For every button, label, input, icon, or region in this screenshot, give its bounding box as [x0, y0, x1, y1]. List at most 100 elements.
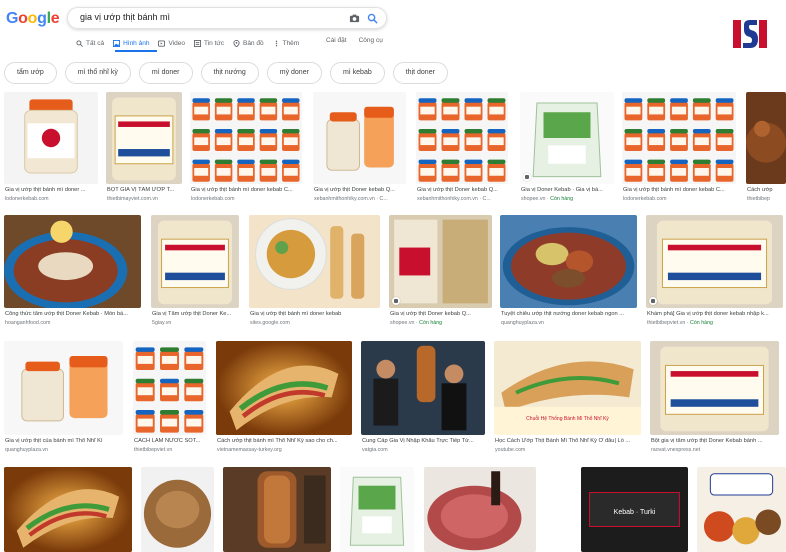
image-source[interactable]: youtube.com: [495, 447, 640, 453]
image-caption[interactable]: Gia vị ướp thịt bánh mì doner ...: [5, 187, 97, 193]
chip[interactable]: mì doner: [138, 62, 193, 84]
image-thumbnail[interactable]: [520, 92, 614, 184]
image-caption[interactable]: Cách ướp: [747, 187, 785, 193]
image-thumbnail[interactable]: [106, 92, 182, 184]
tab-label: Hình ảnh: [123, 39, 150, 47]
image-caption[interactable]: Gia vị ướp thịt bánh mì doner kebab C...: [191, 187, 301, 193]
image-caption[interactable]: Gia vị ướp thịt Doner kebab Q...: [417, 187, 507, 193]
chip[interactable]: tẩm ướp: [4, 62, 57, 84]
image-thumbnail[interactable]: Kebab · Turki: [581, 467, 688, 552]
image-thumbnail[interactable]: [646, 215, 783, 308]
image-caption[interactable]: CÁCH LÀM NƯỚC SỐT...: [134, 438, 205, 444]
image-caption[interactable]: Cách ướp thịt bánh mì Thổ Nhĩ Kỳ sao cho…: [217, 438, 351, 444]
image-source[interactable]: thietbibep: [747, 196, 785, 202]
image-caption[interactable]: Gia vị ướp thịt bánh mì doner kebab C...: [623, 187, 735, 193]
image-thumbnail[interactable]: [216, 341, 352, 435]
image-thumbnail[interactable]: [4, 92, 98, 184]
image-source[interactable]: xebanhmithonhiky.com.vn · C...: [417, 196, 507, 202]
image-thumbnail[interactable]: [500, 215, 637, 308]
chip[interactable]: mỳ doner: [266, 62, 322, 84]
image-caption[interactable]: Cung Cấp Gia Vị Nhập Khẩu Trực Tiếp Từ..…: [362, 438, 484, 444]
image-caption[interactable]: Học Cách Ướp Thịt Bánh Mì Thổ Nhĩ Kỳ Ở đ…: [495, 438, 640, 444]
image-caption[interactable]: Tuyệt chiêu ướp thịt nướng doner kebab n…: [501, 311, 636, 317]
image-caption[interactable]: Gia vị ướp thịt Doner kebab Q...: [390, 311, 491, 317]
chip[interactable]: mì thổ nhĩ kỳ: [64, 62, 131, 84]
image-thumbnail[interactable]: Chuỗi Hệ Thống Bánh Mì Thổ Nhĩ Kỳ: [494, 341, 641, 435]
image-source[interactable]: thietbibepviet.vn · Còn hàng: [647, 320, 782, 326]
image-thumbnail[interactable]: [416, 92, 508, 184]
image-caption[interactable]: BỘT GIA VỊ TẨM ƯỚP T...: [107, 187, 181, 193]
search-icon[interactable]: [367, 13, 378, 24]
image-thumbnail[interactable]: [361, 341, 485, 435]
tab-video[interactable]: Video: [158, 36, 185, 50]
source-domain: thietbibep: [747, 196, 770, 202]
image-icon: [113, 39, 121, 47]
image-thumbnail[interactable]: [746, 92, 786, 184]
image-caption[interactable]: Gia vị ướp thịt bánh mì doner kebab: [250, 311, 379, 317]
image-source[interactable]: vietnamemassay-turkey.org: [217, 447, 351, 453]
camera-icon[interactable]: [349, 13, 360, 24]
chip[interactable]: mì kebab: [329, 62, 385, 84]
source-domain: quanghuyplaza.vn: [501, 320, 544, 326]
image-source[interactable]: thietbibepviet.vn: [134, 447, 205, 453]
image-thumbnail[interactable]: [151, 215, 239, 308]
image-thumbnail[interactable]: [190, 92, 302, 184]
image-source[interactable]: quanghuyplaza.vn: [5, 447, 122, 453]
image-source[interactable]: vatgia.com: [362, 447, 484, 453]
image-thumbnail[interactable]: [133, 341, 206, 435]
tab-news[interactable]: Tin tức: [193, 36, 224, 50]
image-source[interactable]: hoanganhfood.com: [5, 320, 140, 326]
image-source[interactable]: shopee.vn · Còn hàng: [521, 196, 613, 202]
search-input[interactable]: gia vị ướp thịt bánh mì: [80, 12, 170, 22]
image-caption[interactable]: Khám phá] Gia vị ướp thịt doner kebab nh…: [647, 311, 782, 317]
image-thumbnail[interactable]: [4, 215, 141, 308]
image-source[interactable]: shopee.vn · Còn hàng: [390, 320, 491, 326]
image-source[interactable]: raovat.vnexpress.net: [651, 447, 778, 453]
logo-letter: g: [37, 10, 47, 27]
source-domain: youtube.com: [495, 447, 526, 453]
image-source[interactable]: sites.google.com: [250, 320, 379, 326]
image-source[interactable]: lodonerkebab.com: [191, 196, 301, 202]
image-source[interactable]: quanghuyplaza.vn: [501, 320, 636, 326]
image-caption[interactable]: Gia vị Tẩm ướp thịt Doner Ke...: [152, 311, 238, 317]
chip[interactable]: thịt doner: [392, 62, 448, 84]
image-source[interactable]: lodonerkebab.com: [5, 196, 97, 202]
image-thumbnail[interactable]: [622, 92, 736, 184]
google-logo[interactable]: Google: [6, 10, 60, 28]
search-box[interactable]: gia vị ướp thịt bánh mì: [67, 7, 387, 29]
image-source[interactable]: thietbimayviet.com.vn: [107, 196, 181, 202]
source-domain: lodonerkebab.com: [191, 196, 235, 202]
image-thumbnail[interactable]: [389, 215, 492, 308]
image-thumbnail[interactable]: [249, 215, 380, 308]
image-thumbnail[interactable]: [4, 341, 123, 435]
tab-all[interactable]: Tất cả: [76, 36, 104, 50]
image-thumbnail[interactable]: [340, 467, 414, 552]
stock-status: Còn hàng: [550, 196, 574, 202]
image-source[interactable]: 5giay.vn: [152, 320, 238, 326]
product-tag-icon: [392, 297, 400, 305]
logo-letter: G: [6, 10, 19, 27]
image-thumbnail[interactable]: [4, 467, 132, 552]
tools-link[interactable]: Công cụ: [359, 37, 383, 44]
image-thumbnail[interactable]: [697, 467, 786, 552]
image-caption[interactable]: Gia vị ướp thịt Doner kebab Q...: [314, 187, 405, 193]
source-domain: lodonerkebab.com: [5, 196, 49, 202]
image-thumbnail[interactable]: [313, 92, 406, 184]
chip[interactable]: thịt nướng: [200, 62, 259, 84]
tab-label: Video: [168, 39, 185, 47]
tab-maps[interactable]: Bản đồ: [233, 36, 264, 50]
image-thumbnail[interactable]: [223, 467, 331, 552]
image-source[interactable]: xebanhmithonhiky.com.vn · C...: [314, 196, 405, 202]
image-thumbnail[interactable]: [141, 467, 214, 552]
image-thumbnail[interactable]: [650, 341, 779, 435]
logo-letter: e: [50, 10, 60, 27]
settings-link[interactable]: Cài đặt: [326, 37, 347, 44]
image-caption[interactable]: Bột gia vị tẩm ướp thịt Doner Kebab bánh…: [651, 438, 778, 444]
image-caption[interactable]: Công thức tẩm ướp thịt Doner Kebab · Món…: [5, 311, 140, 317]
image-caption[interactable]: Gia vị Doner Kebab · Gia vị bá...: [521, 187, 613, 193]
image-source[interactable]: lodonerkebab.com: [623, 196, 735, 202]
image-caption[interactable]: Gia vị ướp thịt của bánh mì Thổ Nhĩ Kì: [5, 438, 122, 444]
tab-more[interactable]: Thêm: [273, 36, 299, 50]
tab-images[interactable]: Hình ảnh: [113, 36, 149, 50]
image-thumbnail[interactable]: [424, 467, 536, 552]
